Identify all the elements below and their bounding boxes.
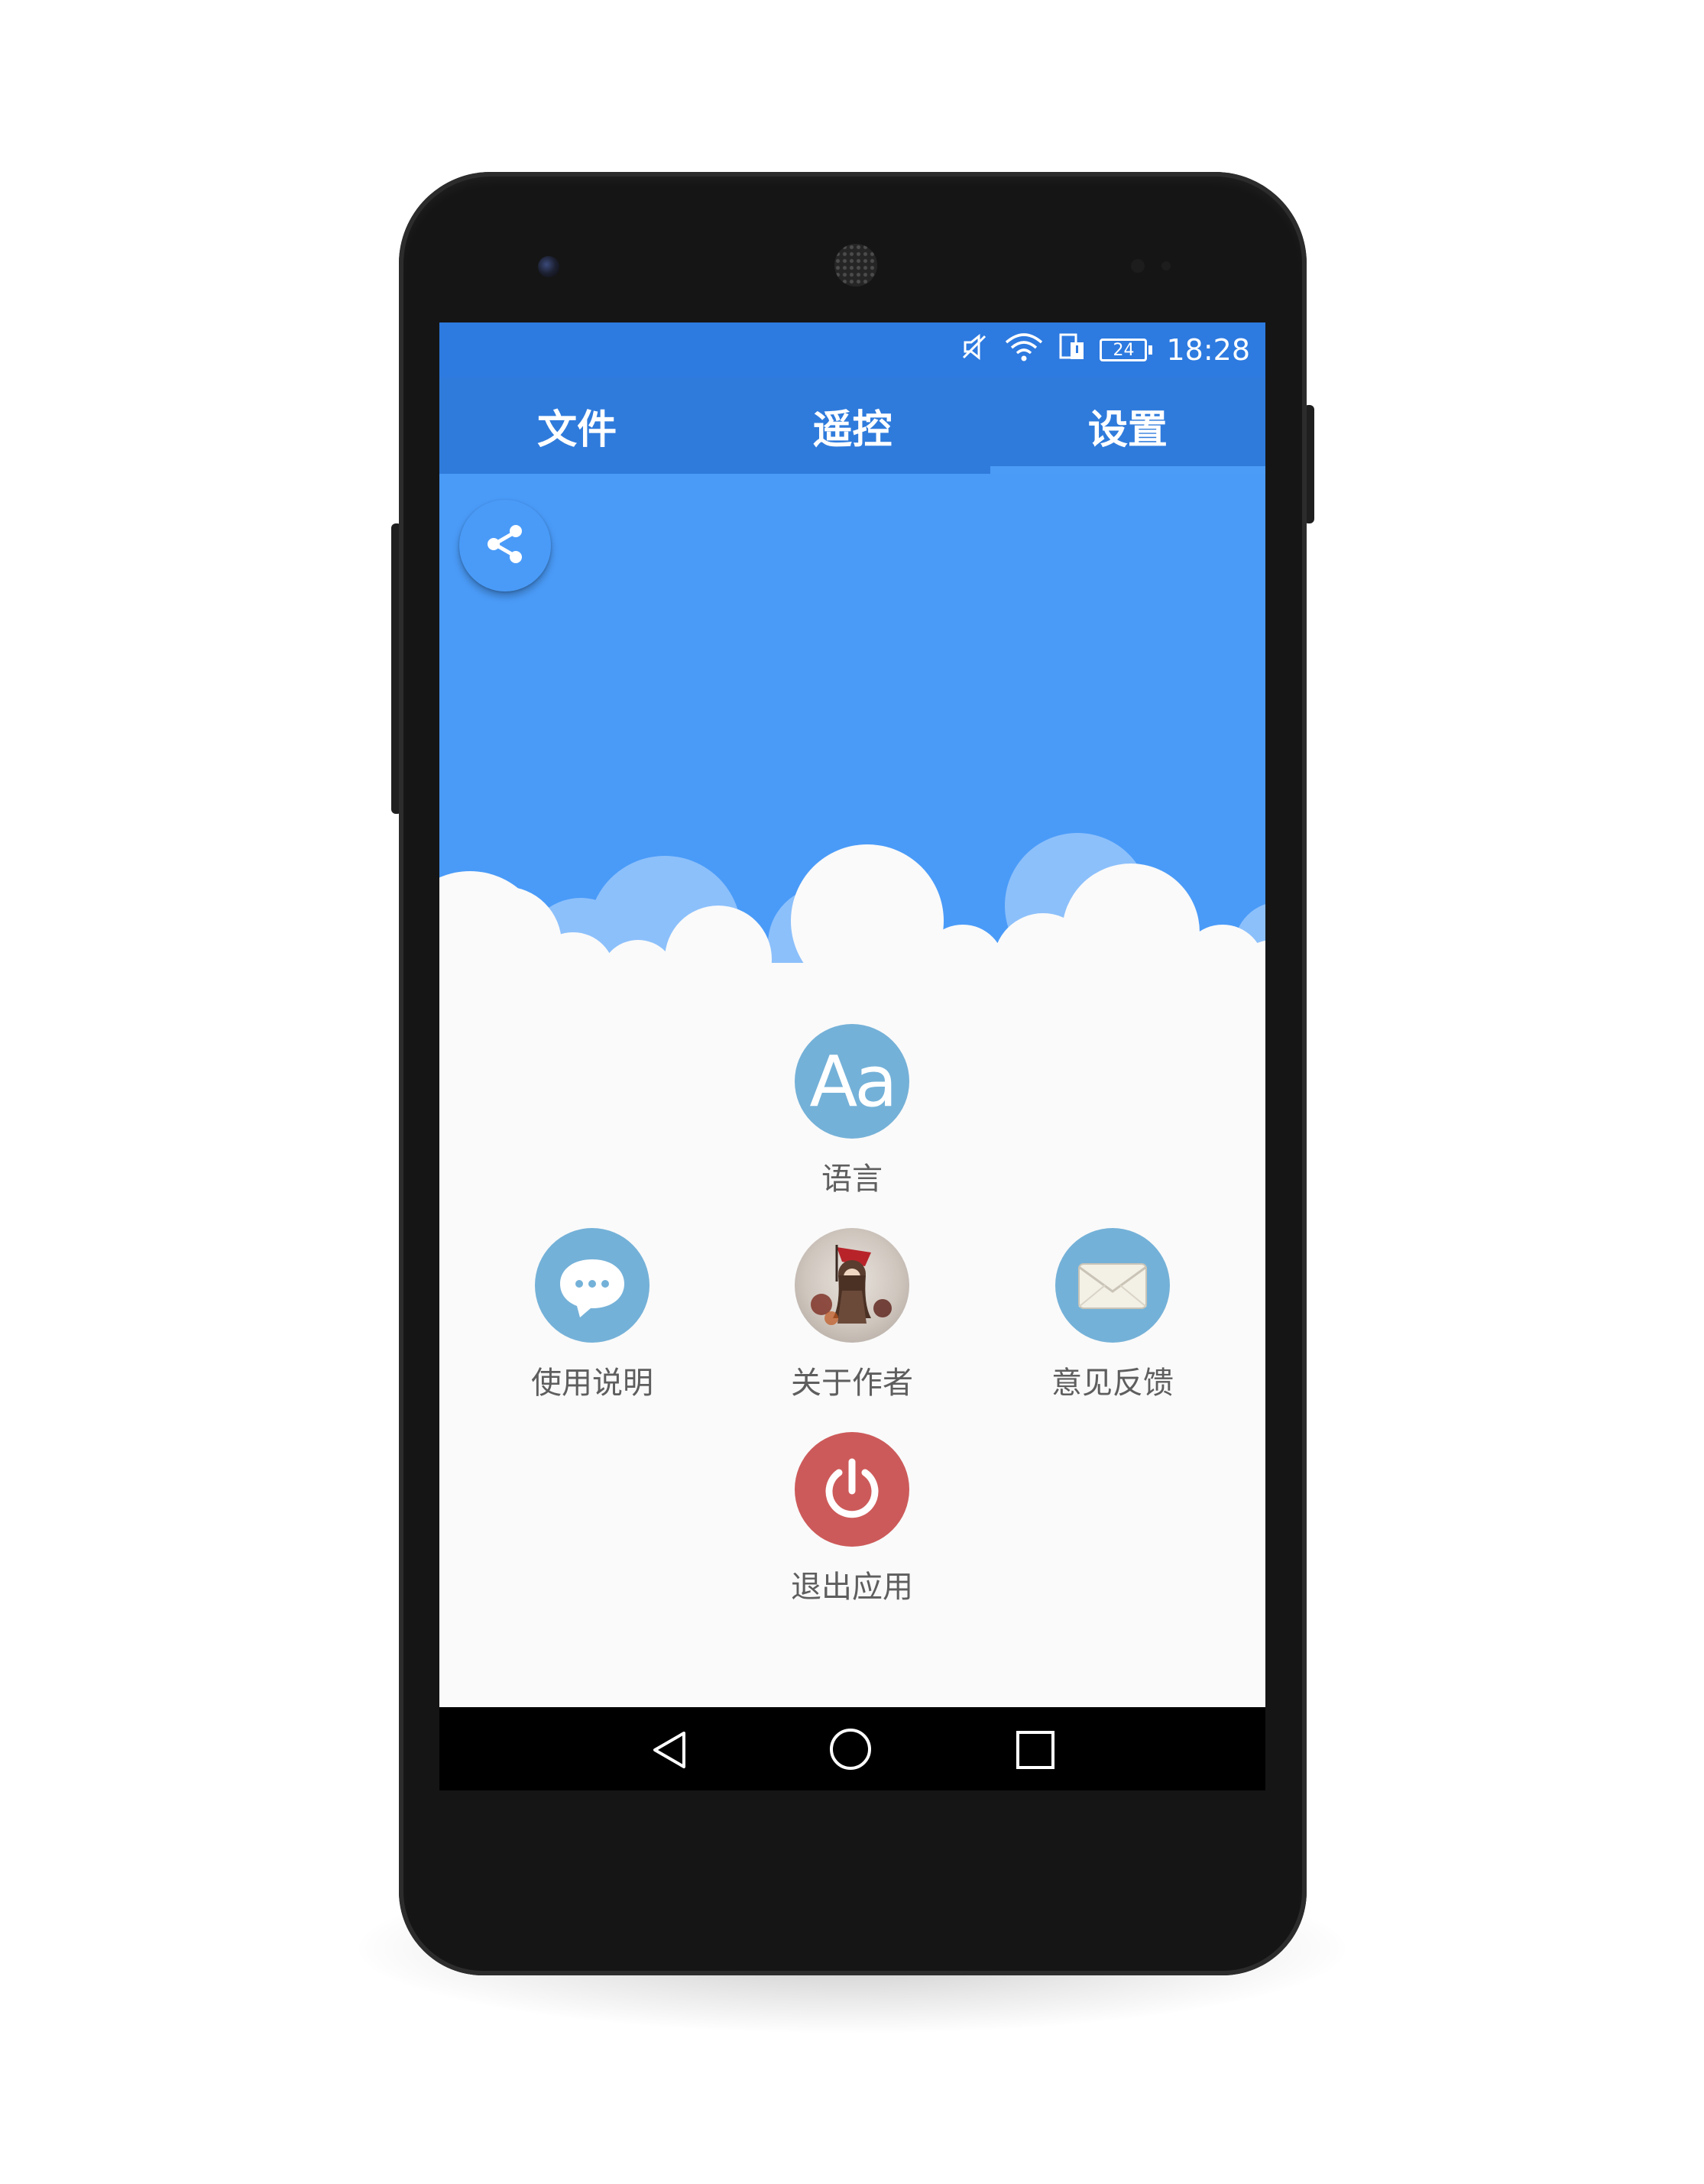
- sim-icon: [1058, 332, 1086, 369]
- share-button[interactable]: [459, 500, 551, 591]
- clock: 18:28: [1166, 333, 1250, 367]
- language-icon-text: Aa: [809, 1040, 897, 1123]
- author-avatar-art: [811, 1245, 892, 1325]
- battery-icon: 24: [1100, 339, 1153, 361]
- earpiece-speaker: [834, 244, 877, 287]
- exit-item[interactable]: 退出应用: [737, 1432, 967, 1606]
- tab-bar: 文件 遥控 设置: [439, 378, 1265, 474]
- tab-remote[interactable]: 遥控: [714, 378, 990, 474]
- navigation-bar: [439, 1707, 1265, 1790]
- feedback-icon: [1055, 1228, 1170, 1343]
- instructions-item[interactable]: 使用说明: [478, 1228, 707, 1402]
- language-label: 语言: [821, 1162, 883, 1197]
- author-avatar: [795, 1228, 909, 1343]
- power-icon: [825, 1458, 879, 1518]
- language-icon: Aa: [795, 1024, 909, 1139]
- instructions-label: 使用说明: [531, 1366, 653, 1401]
- exit-icon: [795, 1432, 909, 1547]
- about-author-item[interactable]: 关于作者: [737, 1228, 967, 1402]
- about-author-label: 关于作者: [791, 1366, 913, 1401]
- share-icon: [481, 520, 530, 572]
- tab-settings[interactable]: 设置: [990, 378, 1265, 474]
- tab-indicator: [990, 466, 1265, 474]
- tab-files[interactable]: 文件: [439, 378, 714, 474]
- light-sensor: [1161, 261, 1171, 271]
- home-icon[interactable]: [828, 1726, 873, 1775]
- exit-label: 退出应用: [791, 1570, 913, 1605]
- mute-icon: [959, 332, 990, 369]
- screen: 24 18:28 文件 遥控 设置 Aa 语言 使用说明 关于作者 意见反馈 退…: [439, 322, 1265, 1790]
- chat-bubble-icon: [560, 1259, 624, 1317]
- envelope-icon: [1078, 1263, 1147, 1309]
- feedback-label: 意见反馈: [1051, 1366, 1174, 1401]
- hero-banner: [439, 474, 1265, 963]
- recents-icon[interactable]: [1014, 1729, 1057, 1774]
- language-item[interactable]: Aa 语言: [737, 1024, 967, 1198]
- battery-level: 24: [1100, 339, 1148, 361]
- wifi-icon: [1003, 332, 1045, 369]
- instructions-icon: [535, 1228, 650, 1343]
- status-bar: 24 18:28: [439, 322, 1265, 378]
- feedback-item[interactable]: 意见反馈: [998, 1228, 1227, 1402]
- back-icon[interactable]: [646, 1729, 692, 1774]
- front-camera: [538, 256, 559, 277]
- cloud: [791, 844, 944, 963]
- proximity-sensor: [1131, 259, 1145, 273]
